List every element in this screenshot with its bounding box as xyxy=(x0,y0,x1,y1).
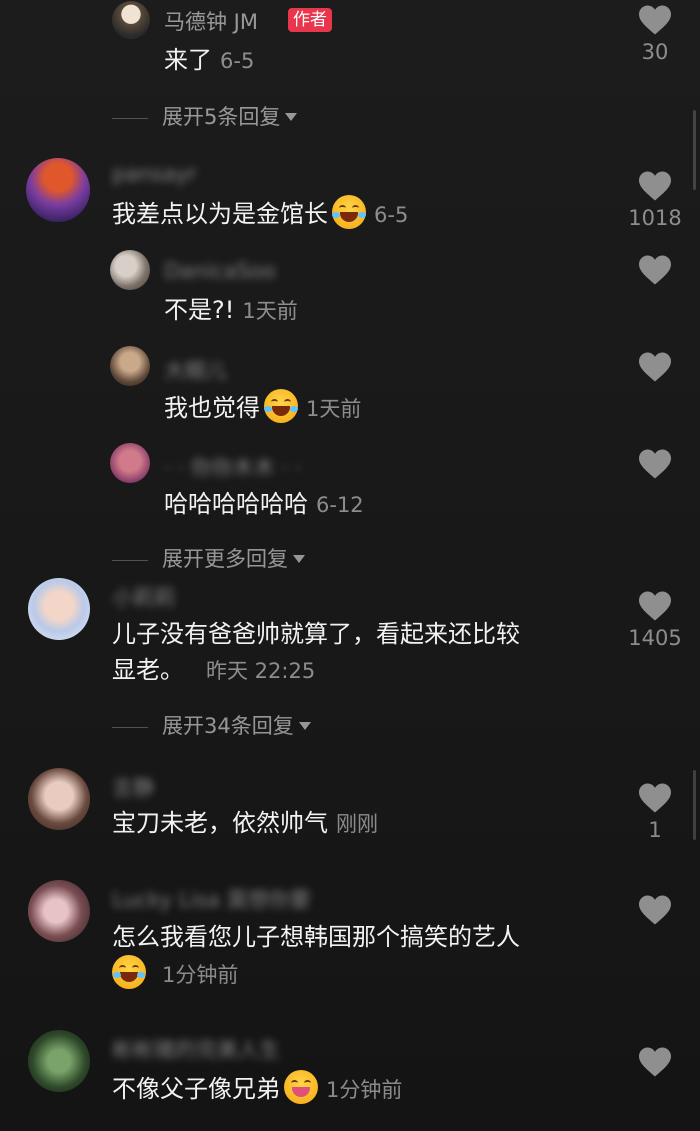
avatar[interactable] xyxy=(28,1030,90,1092)
heart-icon xyxy=(639,449,671,479)
chevron-down-icon xyxy=(293,555,305,563)
reply-username[interactable]: 大眼儿 xyxy=(164,355,227,385)
reply-text: 不是?! 1天前 xyxy=(164,296,298,324)
reply-text: 哈哈哈哈哈哈 6-12 xyxy=(164,490,364,518)
comment-time: 6-5 xyxy=(374,203,409,227)
expand-replies-button[interactable]: 展开5条回复 xyxy=(112,101,298,131)
comment-time: 1分钟前 xyxy=(326,1078,403,1102)
heart-icon xyxy=(639,1047,671,1077)
chevron-down-icon xyxy=(298,722,311,730)
username[interactable]: Lucky Lisa 莫想你要 xyxy=(112,884,311,914)
comment-time: 刚刚 xyxy=(336,812,378,836)
like-count: 1 xyxy=(648,818,662,842)
like-button[interactable] xyxy=(625,894,685,926)
username[interactable]: 马德钟 JM xyxy=(164,6,258,36)
avatar[interactable] xyxy=(28,578,90,640)
author-badge: 作者 xyxy=(288,8,332,32)
username[interactable]: pansayr xyxy=(112,162,196,186)
avatar[interactable] xyxy=(28,768,90,830)
scrollbar[interactable] xyxy=(693,770,696,840)
heart-icon xyxy=(639,783,671,813)
joy-emoji-icon xyxy=(112,955,146,989)
divider xyxy=(112,117,148,119)
heart-icon xyxy=(639,5,671,35)
like-button[interactable]: 1018 xyxy=(625,170,685,230)
avatar[interactable] xyxy=(26,158,90,222)
like-button[interactable] xyxy=(625,254,685,286)
divider xyxy=(112,559,148,561)
heart-icon xyxy=(639,171,671,201)
like-count: 1018 xyxy=(628,206,682,230)
reply-username[interactable]: · · 你你木木 · · xyxy=(164,452,301,482)
comment-text: 儿子没有爸爸帅就算了，看起来还比较 xyxy=(112,620,520,648)
like-count: 1405 xyxy=(628,626,682,650)
avatar[interactable] xyxy=(28,880,90,942)
heart-icon xyxy=(639,255,671,285)
reply-username[interactable]: DanicaSoo xyxy=(164,259,276,283)
username[interactable]: 小莉莉 xyxy=(112,582,175,612)
comment-time: 1分钟前 xyxy=(162,963,239,987)
username[interactable]: 彬彬猪的完美人生 xyxy=(112,1034,280,1064)
comment-time: 昨天 22:25 xyxy=(206,659,316,683)
comment-text: 显老。 昨天 22:25 xyxy=(112,656,316,684)
rofl-emoji-icon xyxy=(264,389,298,423)
reply-time: 6-12 xyxy=(316,493,364,517)
like-button[interactable]: 1 xyxy=(625,782,685,842)
comment-text: 我差点以为是金馆长 6-5 xyxy=(112,195,408,233)
divider xyxy=(112,726,148,728)
like-button[interactable]: 30 xyxy=(625,4,685,64)
comment-text: 宝刀未老，依然帅气 刚刚 xyxy=(112,809,378,837)
heart-icon xyxy=(639,895,671,925)
username[interactable]: 言静 xyxy=(112,772,154,802)
comment-text: 来了 6-5 xyxy=(164,46,255,74)
reply-avatar[interactable] xyxy=(110,443,150,483)
wink-tongue-emoji-icon xyxy=(284,1070,318,1104)
rofl-emoji-icon xyxy=(332,195,366,229)
reply-time: 1天前 xyxy=(306,397,362,421)
like-button[interactable]: 1405 xyxy=(625,590,685,650)
heart-icon xyxy=(639,591,671,621)
like-button[interactable] xyxy=(625,351,685,383)
comment-text: 1分钟前 xyxy=(112,955,238,993)
like-count: 30 xyxy=(641,40,669,64)
avatar[interactable] xyxy=(112,1,150,39)
chevron-down-icon xyxy=(285,113,298,121)
heart-icon xyxy=(639,352,671,382)
reply-avatar[interactable] xyxy=(110,346,150,386)
reply-avatar[interactable] xyxy=(110,250,150,290)
expand-replies-button[interactable]: 展开34条回复 xyxy=(112,710,311,740)
expand-replies-button[interactable]: 展开更多回复 xyxy=(112,543,305,573)
comment-time: 6-5 xyxy=(220,49,255,73)
reply-time: 1天前 xyxy=(242,299,298,323)
like-button[interactable] xyxy=(625,1046,685,1078)
scrollbar[interactable] xyxy=(693,110,696,190)
like-button[interactable] xyxy=(625,448,685,480)
reply-text: 我也觉得 1天前 xyxy=(164,389,361,427)
comment-text: 不像父子像兄弟 1分钟前 xyxy=(112,1070,402,1108)
comment-text: 怎么我看您儿子想韩国那个搞笑的艺人 xyxy=(112,923,520,951)
comment-list[interactable]: 马德钟 JM 作者 来了 6-5 展开5条回复 30 pansayr 我差点以为是… xyxy=(0,0,700,1131)
